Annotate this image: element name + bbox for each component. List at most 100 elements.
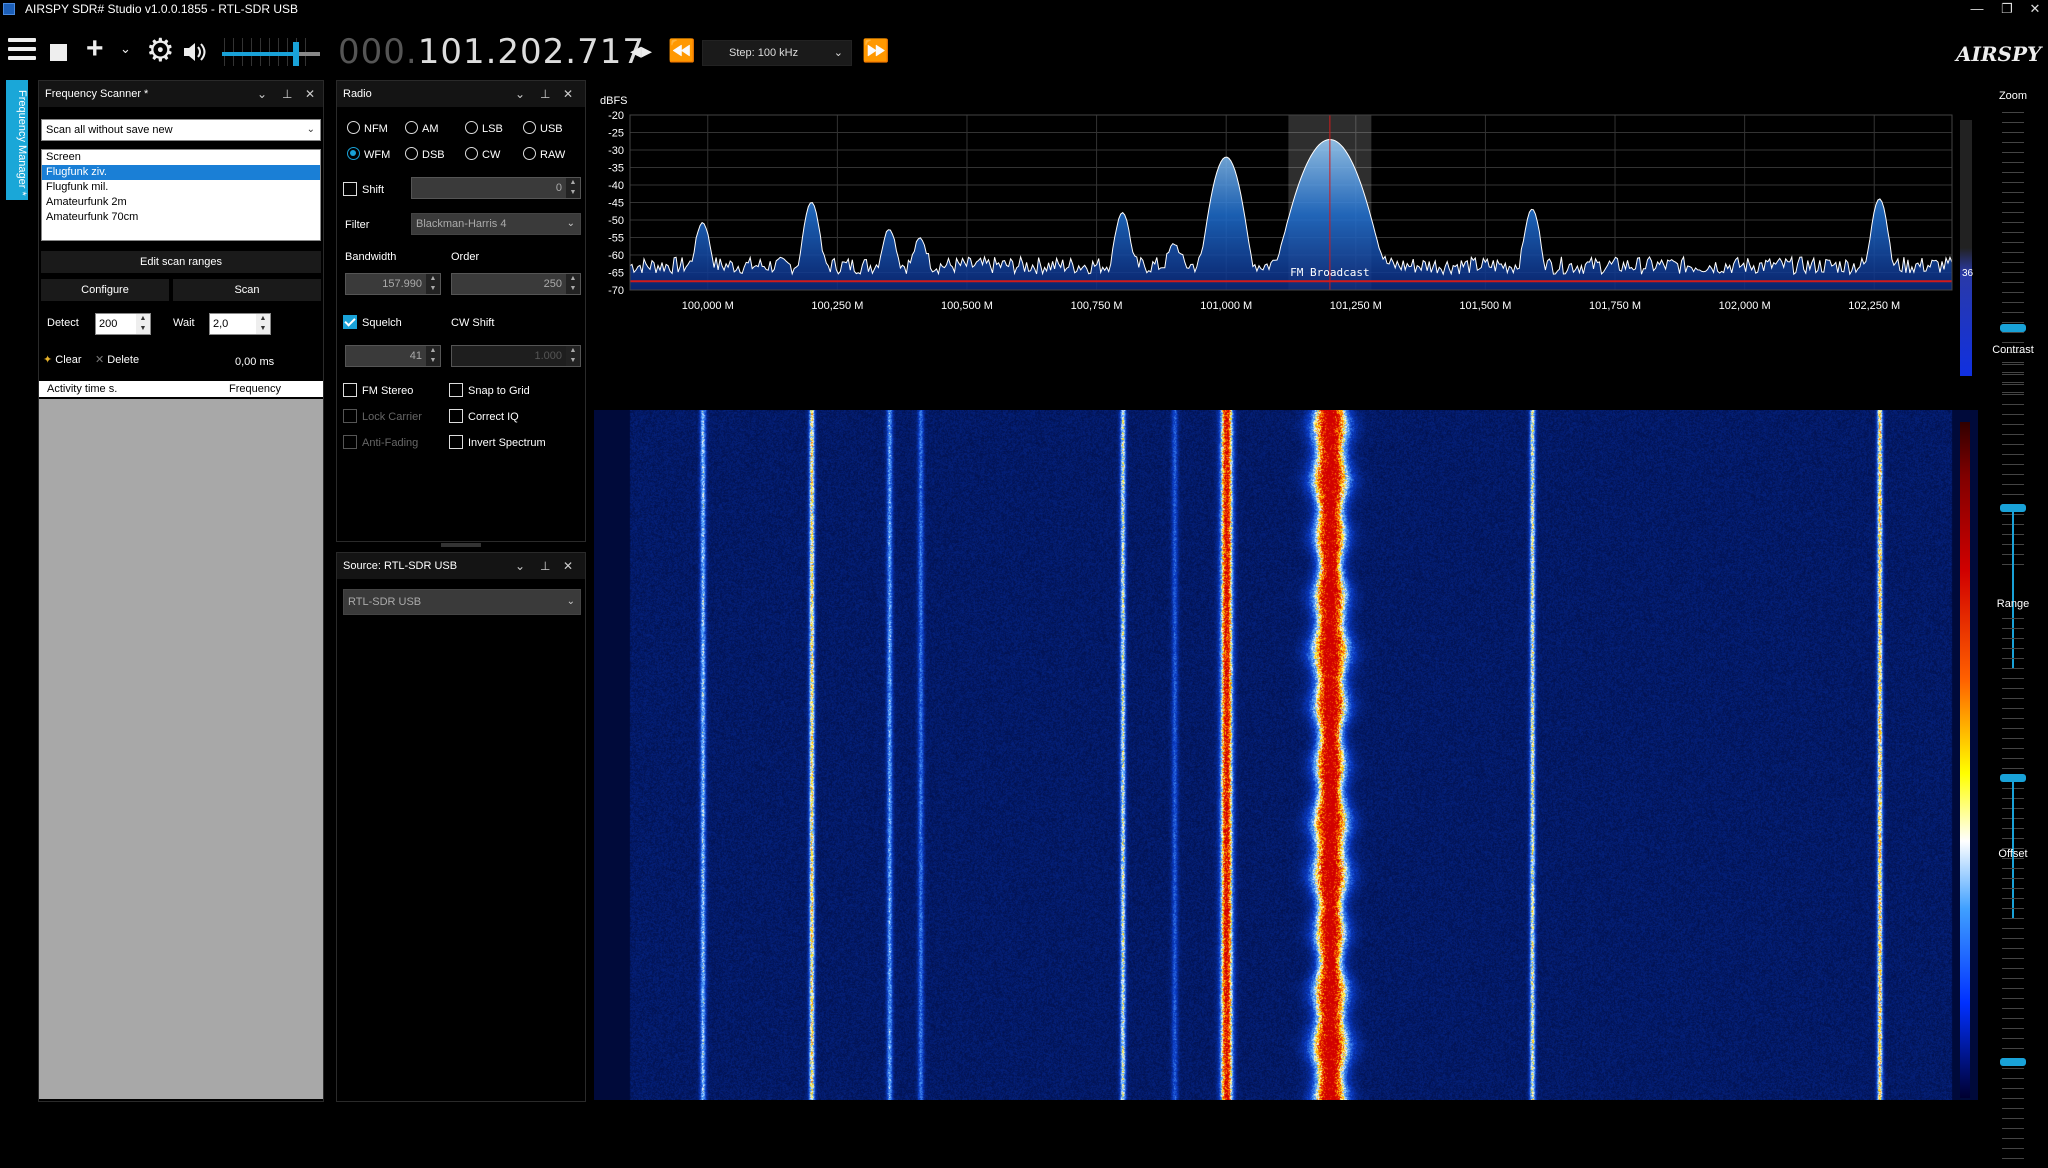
col-activity-time[interactable]: Activity time s.	[47, 381, 117, 397]
configure-button[interactable]: Configure	[41, 279, 169, 301]
stepper-arrows[interactable]: ▲ ▼	[566, 274, 580, 294]
stepper-arrows[interactable]: ▲ ▼	[136, 314, 150, 334]
menu-icon[interactable]	[8, 38, 36, 66]
panel-resize-grip[interactable]	[441, 543, 481, 547]
list-item[interactable]: Flugfunk ziv.	[42, 165, 320, 180]
pin-icon[interactable]: ⊥	[540, 553, 550, 579]
mode-raw-radio[interactable]: RAW	[523, 147, 565, 161]
mode-wfm-radio[interactable]: WFM	[347, 147, 390, 161]
close-icon[interactable]: ✕	[563, 81, 573, 107]
range-slider[interactable]	[2000, 774, 2026, 782]
fm-stereo-checkbox[interactable]: FM Stereo	[343, 383, 413, 397]
mode-label: DSB	[422, 149, 445, 161]
list-item[interactable]: Amateurfunk 70cm	[42, 210, 320, 225]
order-input[interactable]: 250 ▲ ▼	[451, 273, 581, 295]
shift-input[interactable]: 0 ▲ ▼	[411, 177, 581, 199]
spectrum-chart[interactable]: dBFS -20 -25 -30 -35 -40 -45 -50 -55 -60 -65 -70 100…	[594, 86, 1978, 404]
spectrum-range-bar	[1960, 120, 1972, 376]
tune-left-right-icon[interactable]: ◂▸	[630, 38, 652, 64]
detect-input[interactable]: 200 ▲ ▼	[95, 313, 151, 335]
delete-button[interactable]: ✕ Delete	[95, 353, 139, 366]
squelch-checkbox[interactable]: Squelch	[343, 315, 402, 329]
contrast-slider[interactable]	[2000, 504, 2026, 512]
close-icon[interactable]: ✕	[305, 81, 315, 107]
invert-spectrum-checkbox[interactable]: Invert Spectrum	[449, 435, 546, 449]
volume-knob[interactable]	[292, 42, 299, 66]
chevron-down-icon[interactable]: ⌄	[515, 553, 525, 579]
close-icon[interactable]: ✕	[563, 553, 573, 579]
stepper-arrows[interactable]: ▲ ▼	[566, 178, 580, 198]
radio-circle	[405, 147, 418, 160]
contrast-label: Contrast	[1992, 344, 2034, 356]
radio-circle	[465, 147, 478, 160]
clear-button[interactable]: ✦ Clear	[43, 353, 82, 366]
add-icon[interactable]: +	[86, 34, 104, 64]
zoom-slider[interactable]	[2000, 324, 2026, 332]
activity-table-body[interactable]	[39, 399, 323, 1099]
list-item[interactable]: Flugfunk mil.	[42, 180, 320, 195]
mode-nfm-radio[interactable]: NFM	[347, 121, 388, 135]
lock-carrier-label: Lock Carrier	[362, 411, 422, 423]
minimize-button[interactable]: —	[1964, 0, 1990, 18]
x-tick-label: 100,250 M	[811, 300, 863, 312]
pin-icon[interactable]: ⊥	[540, 81, 550, 107]
squelch-value: 41	[409, 350, 422, 362]
shift-value: 0	[555, 182, 562, 194]
mode-label: RAW	[540, 149, 566, 161]
edit-scan-ranges-button[interactable]: Edit scan ranges	[41, 251, 321, 273]
waterfall-display[interactable]	[594, 410, 1978, 1100]
filter-select[interactable]: Blackman-Harris 4 ⌄	[411, 213, 581, 235]
delete-label: Delete	[107, 354, 140, 366]
squelch-input[interactable]: 41 ▲ ▼	[345, 345, 441, 367]
step-select[interactable]: Step: 100 kHz ⌄	[702, 40, 852, 66]
fast-forward-icon[interactable]: ⏩	[862, 38, 889, 64]
frequency-display[interactable]: 000.101.202.717	[338, 32, 645, 72]
y-tick-label: -30	[608, 145, 624, 157]
mode-lsb-radio[interactable]: LSB	[465, 121, 503, 135]
source-device-value: RTL-SDR USB	[348, 596, 422, 608]
list-item[interactable]: Amateurfunk 2m	[42, 195, 320, 210]
snap-to-grid-checkbox[interactable]: Snap to Grid	[449, 383, 530, 397]
mode-dsb-radio[interactable]: DSB	[405, 147, 445, 161]
scan-mode-select[interactable]: Scan all without save new ⌄	[41, 119, 321, 141]
cw-shift-input[interactable]: 1.000 ▲ ▼	[451, 345, 581, 367]
frequency-manager-tab[interactable]: Frequency Manager *	[6, 80, 28, 200]
rewind-icon[interactable]: ⏪	[668, 38, 695, 64]
frequency-leading: 000.	[338, 32, 418, 72]
bandwidth-input[interactable]: 157.990 ▲ ▼	[345, 273, 441, 295]
chevron-down-icon[interactable]: ⌄	[120, 41, 131, 57]
speaker-icon[interactable]	[182, 40, 208, 64]
x-tick-label: 102,250 M	[1848, 300, 1900, 312]
anti-fading-checkbox[interactable]: Anti-Fading	[343, 435, 418, 449]
col-frequency[interactable]: Frequency	[229, 381, 281, 397]
lock-carrier-checkbox[interactable]: Lock Carrier	[343, 409, 422, 423]
mode-usb-radio[interactable]: USB	[523, 121, 563, 135]
scan-button[interactable]: Scan	[173, 279, 321, 301]
detect-value: 200	[99, 318, 118, 330]
scan-ranges-list[interactable]: Screen Flugfunk ziv. Flugfunk mil. Amate…	[41, 149, 321, 241]
close-button[interactable]: ✕	[2022, 0, 2048, 18]
stepper-arrows[interactable]: ▲ ▼	[566, 346, 580, 366]
wait-input[interactable]: 2,0 ▲ ▼	[209, 313, 271, 335]
shift-checkbox[interactable]: Shift	[343, 182, 384, 196]
chevron-down-icon[interactable]: ⌄	[515, 81, 525, 107]
pin-icon[interactable]: ⊥	[282, 81, 292, 107]
stepper-arrows[interactable]: ▲ ▼	[426, 274, 440, 294]
chevron-down-icon[interactable]: ⌄	[257, 81, 267, 107]
mode-cw-radio[interactable]: CW	[465, 147, 500, 161]
offset-slider[interactable]	[2000, 1058, 2026, 1066]
stepper-arrows[interactable]: ▲ ▼	[426, 346, 440, 366]
waterfall-canvas[interactable]	[594, 410, 1978, 1100]
gear-icon[interactable]: ⚙	[146, 32, 175, 68]
mode-am-radio[interactable]: AM	[405, 121, 439, 135]
correct-iq-checkbox[interactable]: Correct IQ	[449, 409, 519, 423]
list-item[interactable]: Screen	[42, 150, 320, 165]
stop-icon[interactable]	[50, 44, 67, 61]
radio-circle	[523, 121, 536, 134]
scan-time: 0,00 ms	[235, 356, 275, 368]
band-annotation: FM Broadcast	[1290, 266, 1369, 279]
maximize-button[interactable]: ❐	[1994, 0, 2020, 18]
source-device-select[interactable]: RTL-SDR USB ⌄	[343, 589, 581, 615]
spectrum-analyzer[interactable]: dBFS -20 -25 -30 -35 -40 -45 -50 -55 -60 -65 -70 100…	[594, 86, 1978, 404]
stepper-arrows[interactable]: ▲ ▼	[256, 314, 270, 334]
